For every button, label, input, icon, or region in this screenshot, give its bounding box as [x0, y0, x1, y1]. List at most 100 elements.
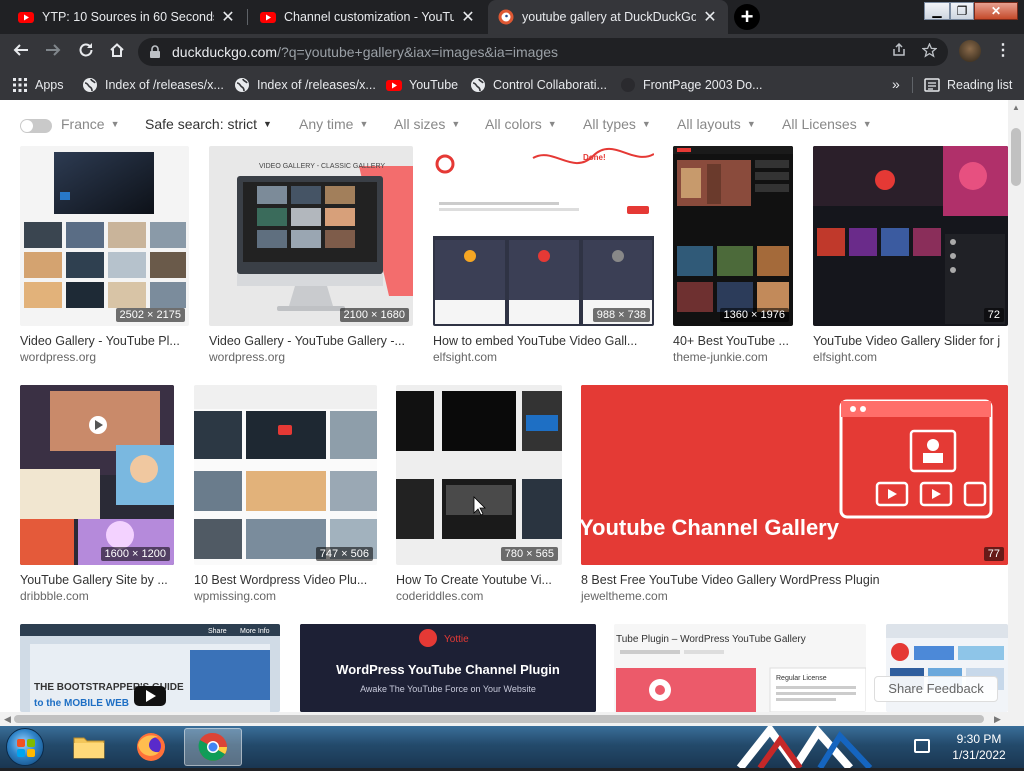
share-icon[interactable] — [890, 42, 908, 61]
result-title[interactable]: Video Gallery - YouTube Pl... — [20, 334, 190, 348]
result-source[interactable]: wordpress.org — [20, 350, 96, 364]
result-source[interactable]: elfsight.com — [813, 350, 877, 364]
result-thumbnail[interactable]: 1360 × 1976 — [673, 146, 793, 326]
taskbar-firefox[interactable] — [122, 728, 180, 766]
result-source[interactable]: wordpress.org — [209, 350, 285, 364]
image-result[interactable]: Yottie WordPress YouTube Channel Plugin … — [300, 624, 596, 712]
time-filter[interactable]: Any time ▼ — [299, 116, 368, 132]
scroll-right-icon[interactable]: ▶ — [994, 712, 1001, 726]
type-filter[interactable]: All types ▼ — [583, 116, 651, 132]
address-bar[interactable]: duckduckgo.com/?q=youtube+gallery&iax=im… — [138, 38, 948, 66]
result-thumbnail[interactable]: Yottie WordPress YouTube Channel Plugin … — [300, 624, 596, 712]
result-title[interactable]: 8 Best Free YouTube Video Gallery WordPr… — [581, 573, 1008, 587]
browser-toolbar: duckduckgo.com/?q=youtube+gallery&iax=im… — [0, 34, 1024, 70]
result-thumbnail[interactable]: 72 — [813, 146, 1008, 326]
maximize-button[interactable]: ❐ — [950, 2, 974, 20]
image-result[interactable]: 72 YouTube Video Gallery Slider for j el… — [813, 146, 1008, 366]
share-feedback-button[interactable]: Share Feedback — [874, 676, 998, 702]
image-filter-bar: France ▼ Safe search: strict ▼ Any time ▼ A… — [0, 100, 1008, 148]
result-title[interactable]: How to embed YouTube Video Gall... — [433, 334, 659, 348]
result-title[interactable]: Video Gallery - YouTube Gallery -... — [209, 334, 419, 348]
result-thumbnail[interactable]: Share More Info THE BOOTSTRAPPER'S GUIDE… — [20, 624, 280, 712]
image-result[interactable]: VIDEO GALLERY - CLASSIC GALLERY 2100 × 1… — [209, 146, 419, 366]
taskbar-file-explorer[interactable] — [60, 728, 118, 766]
image-result[interactable]: 2502 × 2175 Video Gallery - YouTube Pl..… — [20, 146, 190, 366]
reading-list-button[interactable]: Reading list — [924, 76, 1012, 94]
image-result[interactable]: 780 × 565 How To Create Youtube Vi... co… — [396, 385, 568, 605]
result-source[interactable]: wpmissing.com — [194, 589, 276, 603]
bookmark-label: Index of /releases/x... — [105, 78, 224, 92]
result-title[interactable]: YouTube Gallery Site by ... — [20, 573, 180, 587]
profile-avatar[interactable] — [959, 40, 981, 62]
tab-separator — [247, 9, 248, 25]
forward-button[interactable] — [42, 41, 64, 63]
vertical-scrollbar[interactable]: ▲ — [1008, 100, 1024, 712]
tab-ytp-sources[interactable]: YTP: 10 Sources in 60 Seconds! ( ✕ — [8, 0, 246, 34]
license-filter[interactable]: All Licenses ▼ — [782, 116, 872, 132]
image-result[interactable]: Youtube Channel Gallery 77 8 Best Free Y… — [581, 385, 1008, 605]
back-button[interactable] — [10, 41, 32, 63]
bookmarks-overflow-button[interactable]: » — [892, 76, 900, 92]
scrollbar-thumb[interactable] — [1011, 128, 1021, 186]
close-icon[interactable]: ✕ — [702, 7, 718, 27]
result-source[interactable]: theme-junkie.com — [673, 350, 768, 364]
page-icon — [621, 78, 635, 92]
youtube-icon — [18, 12, 34, 23]
result-source[interactable]: coderiddles.com — [396, 589, 483, 603]
caret-down-icon: ▼ — [263, 119, 272, 129]
result-thumbnail[interactable]: Tube Plugin – WordPress YouTube Gallery … — [614, 624, 866, 712]
tab-strip: YTP: 10 Sources in 60 Seconds! ( ✕ Chann… — [0, 0, 1024, 34]
bookmark-star-icon[interactable] — [920, 42, 938, 61]
image-result[interactable]: 1600 × 1200 YouTube Gallery Site by ... … — [20, 385, 180, 605]
result-thumbnail[interactable]: 747 × 506 — [194, 385, 377, 565]
tab-channel-customization[interactable]: Channel customization - YouTube ✕ — [250, 0, 486, 34]
home-button[interactable] — [106, 41, 128, 63]
result-thumbnail[interactable]: Youtube Channel Gallery 77 — [581, 385, 1008, 565]
scroll-left-icon[interactable]: ◀ — [4, 712, 11, 726]
start-button[interactable] — [6, 728, 44, 766]
horizontal-scrollbar[interactable]: ◀ ▶ — [0, 712, 1024, 726]
result-title[interactable]: How To Create Youtube Vi... — [396, 573, 568, 587]
bookmark-control-collaboration[interactable]: Control Collaborati... — [470, 76, 607, 94]
image-result[interactable]: 747 × 506 10 Best Wordpress Video Plu...… — [194, 385, 384, 605]
result-thumbnail[interactable]: 1600 × 1200 — [20, 385, 174, 565]
result-source[interactable]: elfsight.com — [433, 350, 497, 364]
region-filter[interactable]: France ▼ — [61, 116, 120, 132]
image-result[interactable]: Done! 988 × 738 How to embed YouTube Vid… — [433, 146, 659, 366]
result-thumbnail[interactable]: 780 × 565 — [396, 385, 562, 565]
close-icon[interactable]: ✕ — [460, 7, 476, 27]
image-result[interactable]: Share More Info THE BOOTSTRAPPER'S GUIDE… — [20, 624, 280, 712]
result-thumbnail[interactable]: 2502 × 2175 — [20, 146, 189, 326]
result-thumbnail[interactable]: Done! 988 × 738 — [433, 146, 654, 326]
minimize-button[interactable]: ▁ — [924, 2, 950, 20]
reload-button[interactable] — [75, 41, 97, 63]
safe-search-filter[interactable]: Safe search: strict ▼ — [145, 116, 272, 132]
bookmark-frontpage-2003[interactable]: FrontPage 2003 Do... — [620, 76, 763, 94]
result-source[interactable]: jeweltheme.com — [581, 589, 668, 603]
color-filter[interactable]: All colors ▼ — [485, 116, 557, 132]
bookmark-index-releases-2[interactable]: Index of /releases/x... — [234, 76, 376, 94]
result-title[interactable]: 10 Best Wordpress Video Plu... — [194, 573, 384, 587]
taskbar-chrome[interactable] — [184, 728, 242, 766]
tab-duckduckgo-search[interactable]: youtube gallery at DuckDuckGo ✕ — [488, 0, 728, 34]
layout-filter[interactable]: All layouts ▼ — [677, 116, 756, 132]
result-title[interactable]: YouTube Video Gallery Slider for j — [813, 334, 1008, 348]
result-thumbnail[interactable]: VIDEO GALLERY - CLASSIC GALLERY 2100 × 1… — [209, 146, 413, 326]
close-window-button[interactable]: ✕ — [974, 2, 1018, 20]
network-icon[interactable] — [914, 739, 930, 753]
scrollbar-thumb[interactable] — [14, 715, 984, 723]
size-filter[interactable]: All sizes ▼ — [394, 116, 460, 132]
system-clock[interactable]: 9:30 PM 1/31/2022 — [944, 731, 1014, 763]
new-tab-button[interactable]: + — [734, 4, 760, 30]
more-menu-icon[interactable]: ⋮ — [995, 40, 1011, 62]
scroll-up-icon[interactable]: ▲ — [1011, 103, 1021, 112]
region-toggle[interactable] — [20, 119, 52, 133]
bookmark-apps[interactable]: Apps — [12, 76, 64, 94]
image-result[interactable]: 1360 × 1976 40+ Best YouTube ... theme-j… — [673, 146, 799, 366]
bookmark-index-releases-1[interactable]: Index of /releases/x... — [82, 76, 224, 94]
close-icon[interactable]: ✕ — [220, 7, 236, 27]
result-title[interactable]: 40+ Best YouTube ... — [673, 334, 799, 348]
image-result[interactable]: Tube Plugin – WordPress YouTube Gallery … — [614, 624, 866, 712]
bookmark-youtube[interactable]: YouTube — [386, 76, 458, 94]
result-source[interactable]: dribbble.com — [20, 589, 89, 603]
